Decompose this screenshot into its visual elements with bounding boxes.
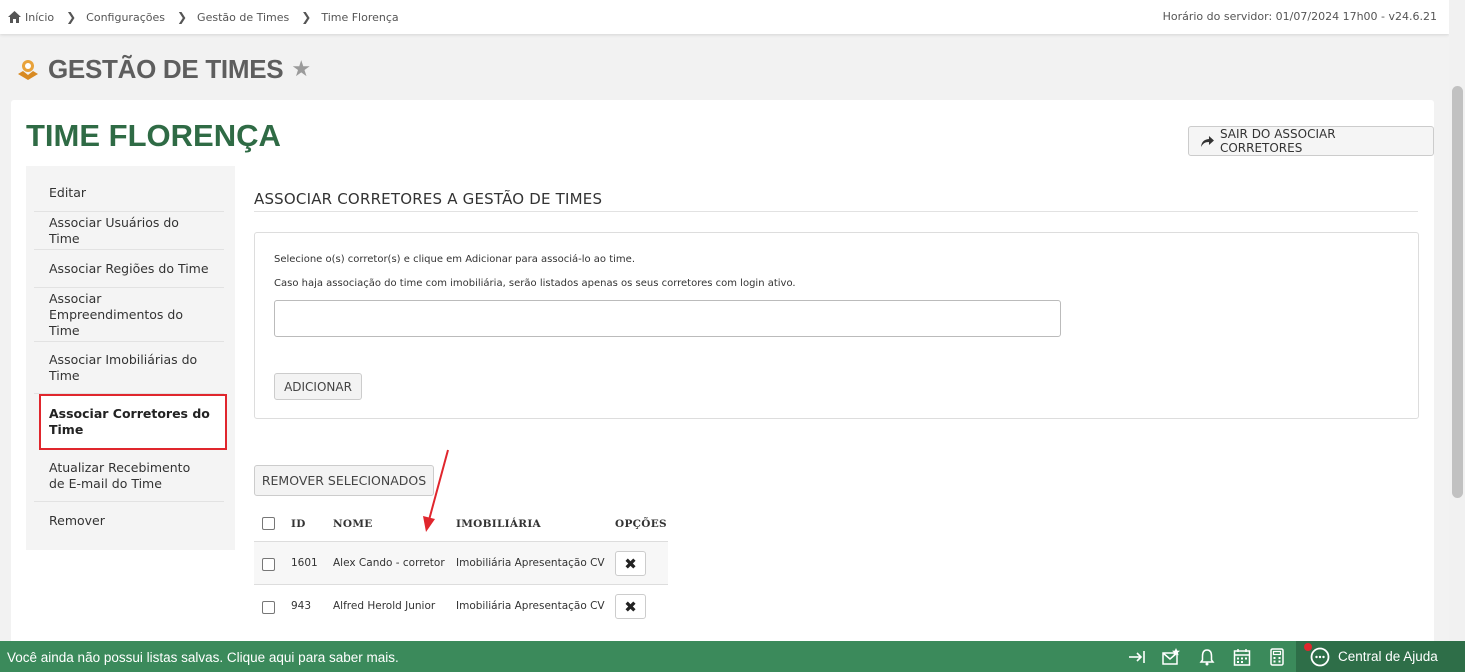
bottom-bar: Você ainda não possui listas salvas. Cli…	[0, 641, 1465, 672]
bell-icon[interactable]	[1198, 648, 1216, 666]
close-icon: ✖	[624, 597, 637, 616]
top-bar: Início ❯ Configurações ❯ Gestão de Times…	[0, 0, 1449, 34]
row-nome: Alex Cando - corretor	[333, 557, 445, 569]
row-nome: Alfred Herold Junior	[333, 600, 436, 612]
column-header-id: ID	[291, 518, 306, 530]
page-header: GESTÃO DE TIMES ★	[16, 54, 311, 85]
section-title: ASSOCIAR CORRETORES A GESTÃO DE TIMES	[254, 190, 603, 208]
help-center-button[interactable]: Central de Ajuda	[1296, 641, 1465, 672]
select-all-checkbox[interactable]	[262, 517, 275, 530]
remove-row-button[interactable]: ✖	[615, 594, 646, 619]
table-row: 943 Alfred Herold Junior Imobiliária Apr…	[254, 584, 668, 627]
sidebar-item-empreendimentos[interactable]: Associar Empreendimentos do Time	[34, 288, 224, 342]
breadcrumb-item-home[interactable]: Início	[25, 11, 54, 24]
column-header-nome: NOME	[333, 518, 373, 530]
sidebar-item-label: Associar Corretores do Time	[49, 406, 210, 437]
row-id: 943	[291, 600, 312, 612]
chat-icon	[1310, 647, 1330, 666]
mail-star-icon[interactable]	[1162, 648, 1180, 666]
add-button[interactable]: ADICIONAR	[274, 373, 362, 400]
collapse-right-icon[interactable]	[1128, 648, 1146, 666]
chevron-right-icon: ❯	[66, 10, 77, 24]
calendar-icon[interactable]	[1233, 648, 1251, 666]
associate-panel: Selecione o(s) corretor(s) e clique em A…	[254, 232, 1419, 419]
row-checkbox[interactable]	[262, 558, 275, 571]
breadcrumb-item-current: Time Florença	[321, 10, 399, 24]
column-header-imobiliaria: IMOBILIÁRIA	[456, 518, 541, 530]
share-arrow-icon	[1201, 135, 1214, 147]
sidebar-item-label: Associar Empreendimentos do Time	[49, 290, 183, 338]
saved-lists-message[interactable]: Você ainda não possui listas salvas. Cli…	[7, 650, 399, 665]
exit-associate-button[interactable]: SAIR DO ASSOCIAR CORRETORES	[1188, 126, 1434, 156]
breadcrumb-home[interactable]: Início	[8, 11, 54, 24]
remove-row-button[interactable]: ✖	[615, 551, 646, 576]
help-center-label: Central de Ajuda	[1338, 649, 1438, 664]
annotation-arrow	[423, 449, 449, 532]
chevron-right-icon: ❯	[301, 10, 312, 24]
hint-imobiliaria: Caso haja associação do time com imobili…	[274, 278, 796, 289]
breadcrumb: Início ❯ Configurações ❯ Gestão de Times…	[8, 10, 399, 24]
section-divider	[254, 211, 1418, 212]
sidebar-item-label: Associar Usuários do Time	[49, 214, 179, 246]
main-card: TIME FLORENÇA SAIR DO ASSOCIAR CORRETORE…	[11, 100, 1434, 660]
notification-dot	[1304, 643, 1312, 651]
column-header-opcoes: OPÇÕES	[615, 518, 667, 530]
breadcrumb-item-gestao-de-times[interactable]: Gestão de Times	[197, 11, 289, 24]
scrollbar-thumb[interactable]	[1452, 86, 1463, 498]
home-icon	[8, 11, 21, 23]
sidebar-item-label: Remover	[49, 513, 105, 528]
sidebar-item-remover[interactable]: Remover	[34, 502, 224, 540]
exit-associate-label: SAIR DO ASSOCIAR CORRETORES	[1219, 127, 1336, 155]
team-management-icon	[18, 59, 38, 80]
hint-select: Selecione o(s) corretor(s) e clique em A…	[274, 254, 636, 265]
sidebar-item-label: Editar	[49, 184, 87, 200]
calculator-icon[interactable]	[1268, 648, 1286, 666]
sidebar-item-label: Associar Regiões do Time	[49, 260, 209, 276]
page-title: GESTÃO DE TIMES	[48, 54, 284, 84]
sidebar-item-label: Atualizar Recebimento de E-mail do Time	[49, 459, 191, 491]
corretor-select[interactable]	[274, 300, 1061, 337]
table-row: 1601 Alex Cando - corretor Imobiliária A…	[254, 541, 668, 584]
server-time: Horário do servidor: 01/07/2024 17h00 - …	[1162, 10, 1437, 23]
breadcrumb-item-configuracoes[interactable]: Configurações	[86, 11, 165, 24]
remove-selected-button[interactable]: REMOVER SELECIONADOS	[254, 465, 434, 496]
chevron-right-icon: ❯	[176, 10, 188, 24]
sidebar-item-label: Associar Imobiliárias do Time	[49, 351, 198, 383]
close-icon: ✖	[624, 554, 637, 573]
row-imobiliaria: Imobiliária Apresentação CV	[456, 600, 605, 612]
sidebar-item-corretores[interactable]: Associar Corretores do Time	[39, 394, 227, 450]
favorite-star-icon[interactable]: ★	[291, 57, 311, 82]
row-id: 1601	[291, 557, 318, 569]
sidebar-item-usuarios[interactable]: Associar Usuários do Time	[34, 212, 224, 250]
team-title: TIME FLORENÇA	[26, 118, 281, 153]
sidebar-item-imobiliarias[interactable]: Associar Imobiliárias do Time	[34, 342, 224, 394]
sidebar: Editar Associar Usuários do Time Associa…	[26, 166, 235, 550]
sidebar-item-email[interactable]: Atualizar Recebimento de E-mail do Time	[34, 450, 224, 502]
row-checkbox[interactable]	[262, 601, 275, 614]
row-imobiliaria: Imobiliária Apresentação CV	[456, 557, 605, 569]
sidebar-item-regioes[interactable]: Associar Regiões do Time	[34, 250, 224, 288]
sidebar-item-editar[interactable]: Editar	[34, 174, 224, 212]
